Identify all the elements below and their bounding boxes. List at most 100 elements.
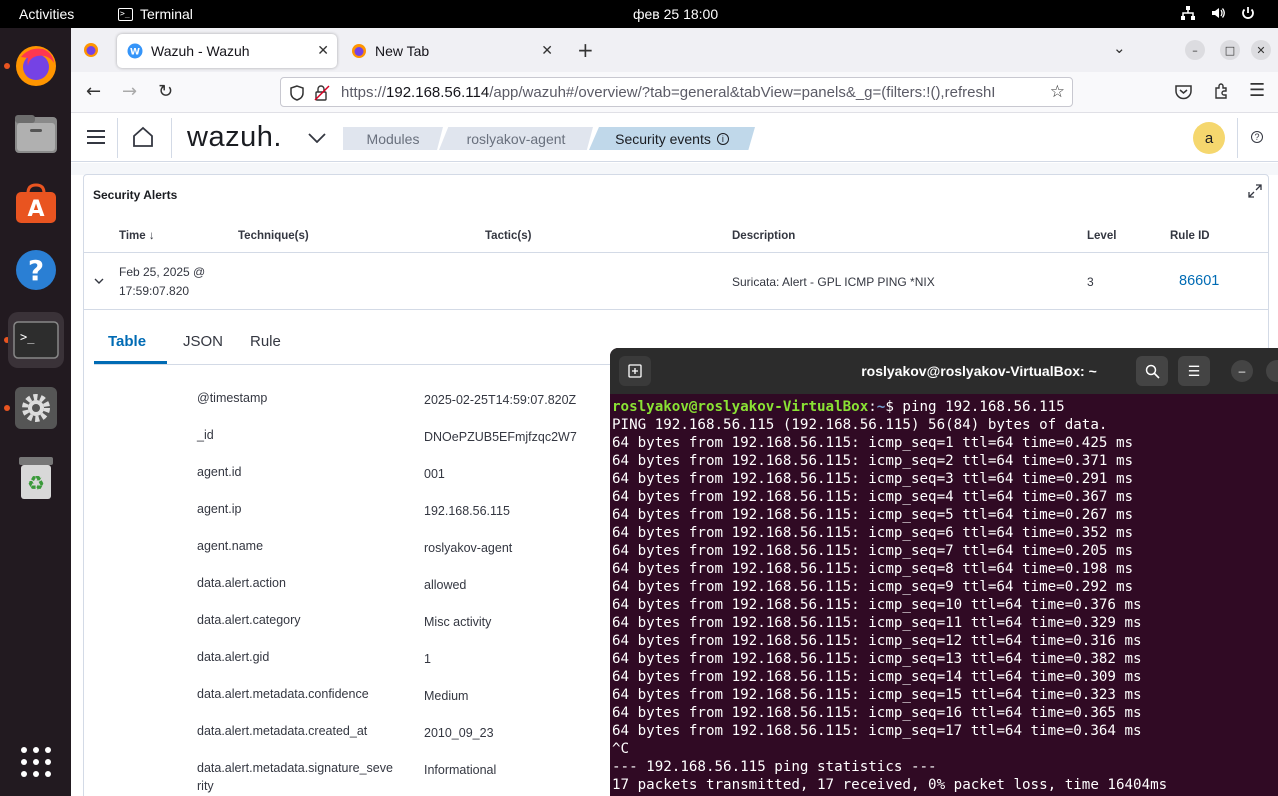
settings-gear-icon — [15, 387, 57, 429]
dock-help[interactable]: ? — [8, 242, 64, 298]
chevron-down-icon[interactable] — [94, 278, 104, 285]
close-tab-icon[interactable]: ✕ — [541, 42, 553, 59]
breadcrumb-modules[interactable]: Modules — [343, 127, 443, 150]
browser-tab-bar: W Wazuh - Wazuh ✕ New Tab ✕ + ⌄ – □ ✕ — [71, 28, 1278, 72]
clock[interactable]: фев 25 18:00 — [633, 6, 718, 22]
pocket-icon[interactable] — [1175, 84, 1192, 100]
field-value: roslyakov-agent — [424, 541, 513, 555]
dock-files[interactable] — [8, 106, 64, 162]
output-line: 64 bytes from 192.168.56.115: icmp_seq=8… — [612, 561, 1134, 577]
back-arrow-icon[interactable]: ← — [86, 81, 101, 102]
url-bar[interactable]: https://192.168.56.114/app/wazuh#/overvi… — [280, 77, 1073, 107]
field-key: agent.id — [197, 465, 242, 479]
reload-icon[interactable]: ↻ — [158, 81, 173, 102]
lock-insecure-icon — [314, 85, 330, 101]
svg-text:♻: ♻ — [27, 471, 45, 495]
output-line: ^C — [612, 741, 630, 757]
dock-firefox[interactable] — [8, 38, 64, 94]
output-line: 64 bytes from 192.168.56.115: icmp_seq=9… — [612, 579, 1134, 595]
terminal-header-bar: roslyakov@roslyakov-VirtualBox: ~ ☰ – — [610, 348, 1278, 394]
output-line: --- 192.168.56.115 ping statistics --- — [612, 759, 937, 775]
power-icon — [1242, 7, 1254, 19]
dock-settings[interactable] — [8, 380, 64, 436]
output-line: 64 bytes from 192.168.56.115: icmp_seq=1… — [612, 687, 1142, 703]
terminal-window[interactable]: roslyakov@roslyakov-VirtualBox: ~ ☰ – ro… — [610, 348, 1278, 796]
column-header-description[interactable]: Description — [732, 230, 795, 242]
field-key: data.alert.gid — [197, 650, 270, 664]
row-description: Suricata: Alert - GPL ICMP PING *NIX — [732, 275, 935, 289]
app-name: Terminal — [140, 6, 193, 22]
field-key-wrap: rity — [197, 779, 214, 793]
system-tray[interactable] — [1180, 5, 1256, 21]
svg-text:A: A — [27, 197, 44, 222]
divider — [1237, 118, 1238, 158]
dock-trash[interactable]: ♻ — [8, 450, 64, 506]
column-header-time[interactable]: Time ↓ — [119, 230, 155, 242]
activities-button[interactable]: Activities — [19, 6, 74, 22]
prompt-line: roslyakov@roslyakov-VirtualBox:~$ ping 1… — [612, 399, 1065, 415]
show-apps-button[interactable] — [8, 734, 64, 790]
tab-wazuh[interactable]: W Wazuh - Wazuh ✕ — [117, 34, 337, 68]
chevron-down-icon[interactable] — [308, 133, 326, 143]
menu-hamburger-icon[interactable]: ☰ — [1249, 80, 1265, 101]
column-header-techniques[interactable]: Technique(s) — [238, 230, 309, 242]
minimize-button[interactable]: – — [1231, 360, 1253, 382]
breadcrumb-agent[interactable]: roslyakov-agent — [439, 127, 593, 150]
files-icon — [15, 115, 57, 153]
field-key: _id — [197, 428, 214, 442]
field-key: data.alert.action — [197, 576, 286, 590]
help-question-icon[interactable]: ? — [1251, 131, 1263, 143]
close-window-button[interactable]: ✕ — [1251, 40, 1271, 60]
field-value: 1 — [424, 652, 431, 666]
divider — [84, 309, 1268, 310]
bookmark-star-icon[interactable]: ☆ — [1050, 82, 1065, 102]
new-tab-plus-icon[interactable]: + — [577, 38, 594, 62]
firefox-view-button[interactable] — [83, 42, 99, 62]
search-button[interactable] — [1136, 356, 1168, 386]
shield-icon — [290, 85, 304, 101]
tab-rule[interactable]: Rule — [250, 333, 281, 350]
divider — [117, 118, 118, 158]
breadcrumb-security-events: Security events i — [589, 127, 755, 150]
terminal-icon: >_ — [13, 321, 59, 359]
avatar[interactable]: a — [1193, 122, 1225, 154]
tab-table[interactable]: Table — [108, 333, 146, 350]
field-value: allowed — [424, 578, 467, 592]
search-icon — [1145, 364, 1160, 379]
column-header-tactics[interactable]: Tactic(s) — [485, 230, 531, 242]
firefox-icon — [352, 44, 366, 58]
tab-new-tab[interactable]: New Tab ✕ — [343, 34, 561, 68]
field-value: DNOePZUB5EFmjfzqc2W7 — [424, 430, 577, 444]
column-header-level[interactable]: Level — [1087, 230, 1116, 242]
row-rule-id-link[interactable]: 86601 — [1179, 273, 1219, 289]
output-line: 64 bytes from 192.168.56.115: icmp_seq=7… — [612, 543, 1134, 559]
maximize-button[interactable]: □ — [1220, 40, 1240, 60]
network-icon — [1181, 6, 1195, 20]
output-line: 64 bytes from 192.168.56.115: icmp_seq=2… — [612, 453, 1134, 469]
browser-nav-bar: ← → ↻ https://192.168.56.114/app/wazuh#/… — [71, 72, 1278, 113]
trash-icon: ♻ — [19, 457, 53, 499]
app-grid-icon — [21, 747, 51, 777]
terminal-output[interactable]: roslyakov@roslyakov-VirtualBox:~$ ping 1… — [612, 398, 1276, 794]
hamburger-menu-icon[interactable] — [87, 130, 105, 144]
gnome-top-bar: Activities >_ Terminal фев 25 18:00 — [0, 0, 1278, 28]
tab-json[interactable]: JSON — [183, 333, 223, 350]
info-icon[interactable]: i — [716, 132, 729, 145]
fullscreen-expand-icon[interactable] — [1248, 184, 1262, 198]
dock-app-center[interactable]: A — [8, 174, 64, 230]
home-icon[interactable] — [132, 126, 154, 148]
list-all-tabs-chevron-down-icon[interactable]: ⌄ — [1113, 39, 1126, 57]
forward-arrow-icon[interactable]: → — [122, 81, 137, 102]
column-header-rule-id[interactable]: Rule ID — [1170, 230, 1210, 242]
app-menu[interactable]: >_ Terminal — [118, 6, 193, 22]
terminal-menu-button[interactable]: ☰ — [1178, 356, 1210, 386]
output-line: 64 bytes from 192.168.56.115: icmp_seq=4… — [612, 489, 1134, 505]
output-line: PING 192.168.56.115 (192.168.56.115) 56(… — [612, 417, 1108, 433]
minimize-button[interactable]: – — [1185, 40, 1205, 60]
extensions-puzzle-icon[interactable] — [1213, 83, 1230, 100]
close-tab-icon[interactable]: ✕ — [317, 42, 329, 59]
field-key: @timestamp — [197, 391, 268, 405]
wazuh-logo[interactable]: wazuh. — [187, 121, 282, 154]
field-key: data.alert.metadata.confidence — [197, 687, 369, 701]
dock-terminal[interactable]: >_ — [8, 312, 64, 368]
